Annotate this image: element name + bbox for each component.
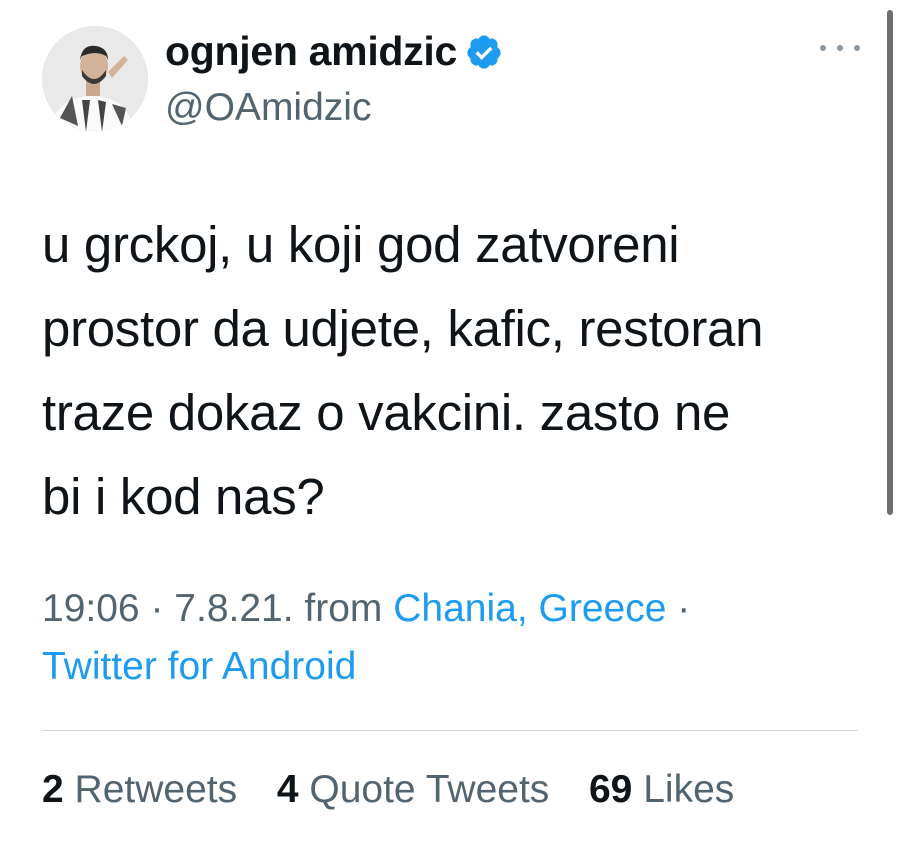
quote-tweets-count: 4 (276, 768, 299, 811)
tweet-text-line: bi i kod nas? (42, 468, 325, 525)
author-display-name[interactable]: ognjen amidzic (165, 28, 457, 75)
avatar-photo (42, 26, 148, 132)
retweets-stat[interactable]: 2 Retweets (42, 768, 248, 811)
from-label: from (304, 587, 383, 630)
likes-stat[interactable]: 69 Likes (589, 768, 734, 811)
tweet-time[interactable]: 19:06 (42, 587, 140, 630)
tweet-source-link[interactable]: Twitter for Android (42, 645, 356, 688)
quote-tweets-stat[interactable]: 4 Quote Tweets (277, 768, 560, 811)
scrollbar[interactable] (887, 10, 893, 515)
more-dot (854, 45, 860, 51)
verified-badge-icon (465, 33, 503, 71)
more-dot (820, 45, 826, 51)
tweet-meta-line-2: Twitter for Android (42, 638, 690, 696)
divider (42, 730, 858, 731)
tweet-text-line: traze dokaz o vakcini. zasto ne (42, 384, 731, 441)
likes-count: 69 (588, 768, 633, 811)
tweet-text-line: u grckoj, u koji god zatvoreni (42, 216, 680, 273)
meta-separator: · (150, 587, 164, 630)
tweet-meta-line-1: 19:06 · 7.8.21. from Chania, Greece · (42, 580, 690, 638)
tweet-stats: 2 Retweets 4 Quote Tweets 69 Likes (42, 765, 734, 815)
tweet-date[interactable]: 7.8.21. (174, 587, 293, 630)
tweet-meta: 19:06 · 7.8.21. from Chania, Greece · Tw… (42, 580, 690, 696)
likes-label: Likes (643, 768, 735, 811)
retweets-label: Retweets (74, 768, 238, 811)
tweet-text-line: prostor da udjete, kafic, restoran (42, 300, 764, 357)
avatar[interactable] (42, 26, 148, 132)
author-display-name-row[interactable]: ognjen amidzic (165, 28, 503, 75)
more-dot (837, 45, 843, 51)
tweet-text: u grckoj, u koji god zatvoreni prostor d… (42, 203, 862, 539)
more-options-icon[interactable] (820, 36, 860, 60)
author-handle[interactable]: @OAmidzic (165, 86, 371, 130)
quote-tweets-label: Quote Tweets (309, 768, 550, 811)
meta-separator: · (677, 587, 691, 630)
retweets-count: 2 (42, 768, 64, 811)
tweet-location-link[interactable]: Chania, Greece (393, 587, 666, 630)
